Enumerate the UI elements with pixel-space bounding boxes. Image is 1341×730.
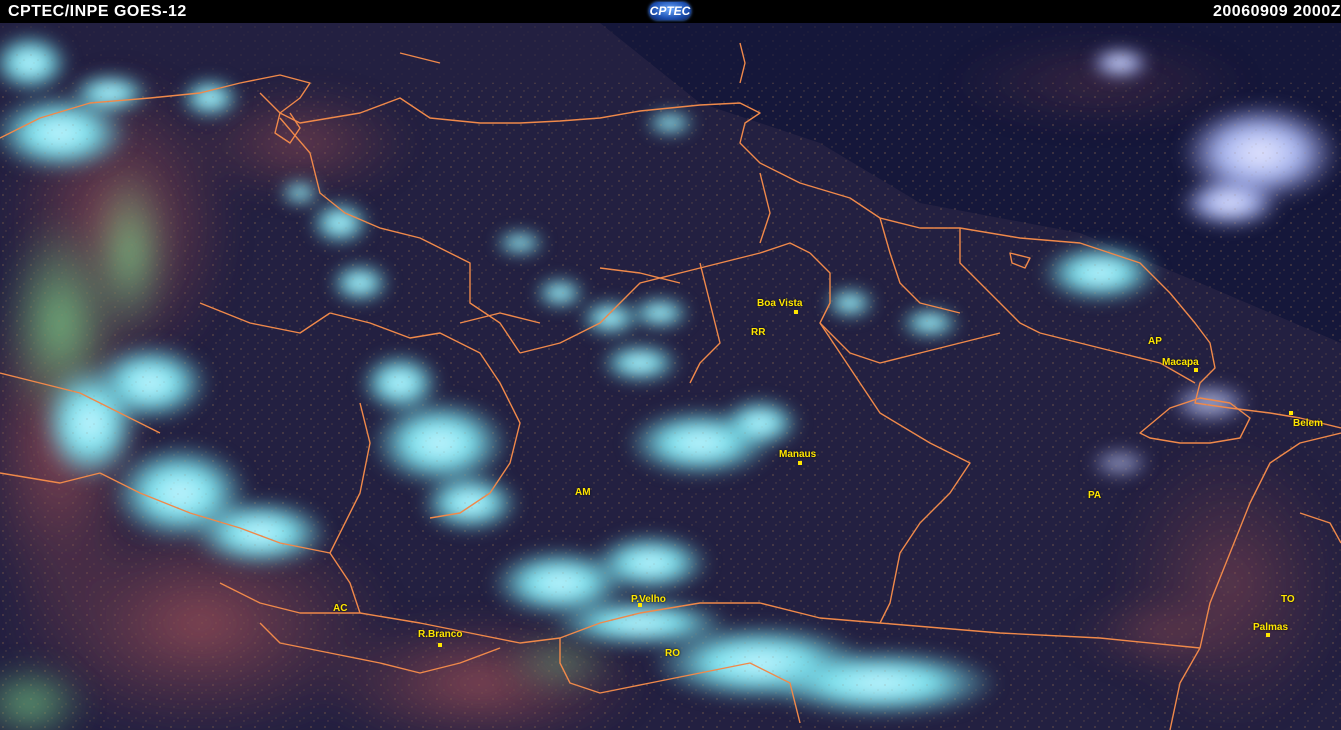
city-marker-belem (1289, 411, 1293, 415)
state-label-ac: AC (333, 603, 348, 614)
city-label-porto-velho: P.Velho (631, 594, 666, 605)
city-marker-rio-branco (438, 643, 442, 647)
satellite-map: Boa Vista Macapa Belem Manaus P.Velho R.… (0, 23, 1341, 730)
state-label-rr: RR (751, 327, 766, 338)
state-label-pa: PA (1088, 490, 1102, 501)
logo-text: CPTEC (649, 4, 691, 18)
state-label-to: TO (1281, 594, 1295, 605)
satellite-image (0, 23, 1341, 730)
state-label-ro: RO (665, 648, 680, 659)
city-label-boa-vista: Boa Vista (757, 298, 803, 309)
city-marker-boa-vista (794, 310, 798, 314)
city-label-rio-branco: R.Branco (418, 629, 463, 640)
city-marker-macapa (1194, 368, 1198, 372)
city-label-belem: Belem (1293, 418, 1324, 429)
city-label-manaus: Manaus (779, 449, 817, 460)
header-bar: CPTEC/INPE GOES-12 CPTEC 20060909 2000Z (0, 0, 1341, 23)
city-marker-manaus (798, 461, 802, 465)
state-label-ap: AP (1148, 336, 1162, 347)
timestamp: 20060909 2000Z (1213, 3, 1341, 20)
city-label-macapa: Macapa (1162, 357, 1199, 368)
source-title: CPTEC/INPE GOES-12 (8, 3, 187, 20)
city-marker-palmas (1266, 633, 1270, 637)
state-label-am: AM (575, 487, 591, 498)
city-label-palmas: Palmas (1253, 622, 1289, 633)
cptec-logo-icon: CPTEC (649, 2, 691, 20)
